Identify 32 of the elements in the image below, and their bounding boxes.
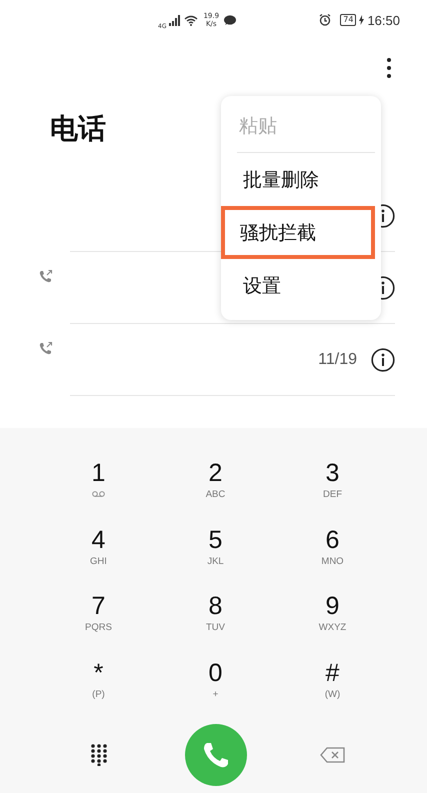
alarm-icon bbox=[319, 14, 332, 26]
dial-key[interactable]: * (P) bbox=[40, 656, 157, 722]
outgoing-call-icon bbox=[39, 270, 53, 283]
backspace-icon[interactable] bbox=[320, 747, 346, 763]
outgoing-call-icon bbox=[39, 342, 53, 355]
signal-icon bbox=[169, 14, 182, 26]
dial-key[interactable]: 1 bbox=[40, 456, 157, 522]
dial-key[interactable]: 4 GHI bbox=[40, 522, 157, 589]
dial-key[interactable]: # (W) bbox=[274, 656, 391, 722]
battery-icon: 74 bbox=[340, 14, 356, 26]
menu-item[interactable]: 骚扰拦截 bbox=[221, 206, 375, 259]
dial-key[interactable]: 8 TUV bbox=[157, 589, 274, 656]
page-title: 电话 bbox=[50, 111, 106, 147]
menu-item[interactable]: 批量删除 bbox=[227, 153, 375, 206]
voicemail-icon bbox=[92, 491, 105, 497]
phone-icon bbox=[202, 741, 230, 769]
dial-key[interactable]: 2 ABC bbox=[157, 456, 274, 522]
dial-key[interactable]: 6 MNO bbox=[274, 522, 391, 589]
call-date: 11/19 bbox=[318, 350, 357, 368]
chat-icon bbox=[224, 14, 236, 26]
dial-key[interactable]: 3 DEF bbox=[274, 456, 391, 522]
dial-key[interactable]: 9 WXYZ bbox=[274, 589, 391, 656]
menu-item[interactable]: 设置 bbox=[227, 259, 375, 312]
clock: 16:50 bbox=[367, 12, 400, 28]
dial-key[interactable]: 5 JKL bbox=[157, 522, 274, 589]
dial-key[interactable]: 0 + bbox=[157, 656, 274, 722]
dialpad-icon[interactable] bbox=[90, 744, 106, 766]
info-icon[interactable] bbox=[371, 348, 395, 372]
dial-key[interactable]: 7 PQRS bbox=[40, 589, 157, 656]
call-log-row[interactable]: 11/19 bbox=[39, 324, 395, 396]
wifi-icon bbox=[184, 14, 198, 26]
more-icon[interactable] bbox=[387, 58, 391, 78]
